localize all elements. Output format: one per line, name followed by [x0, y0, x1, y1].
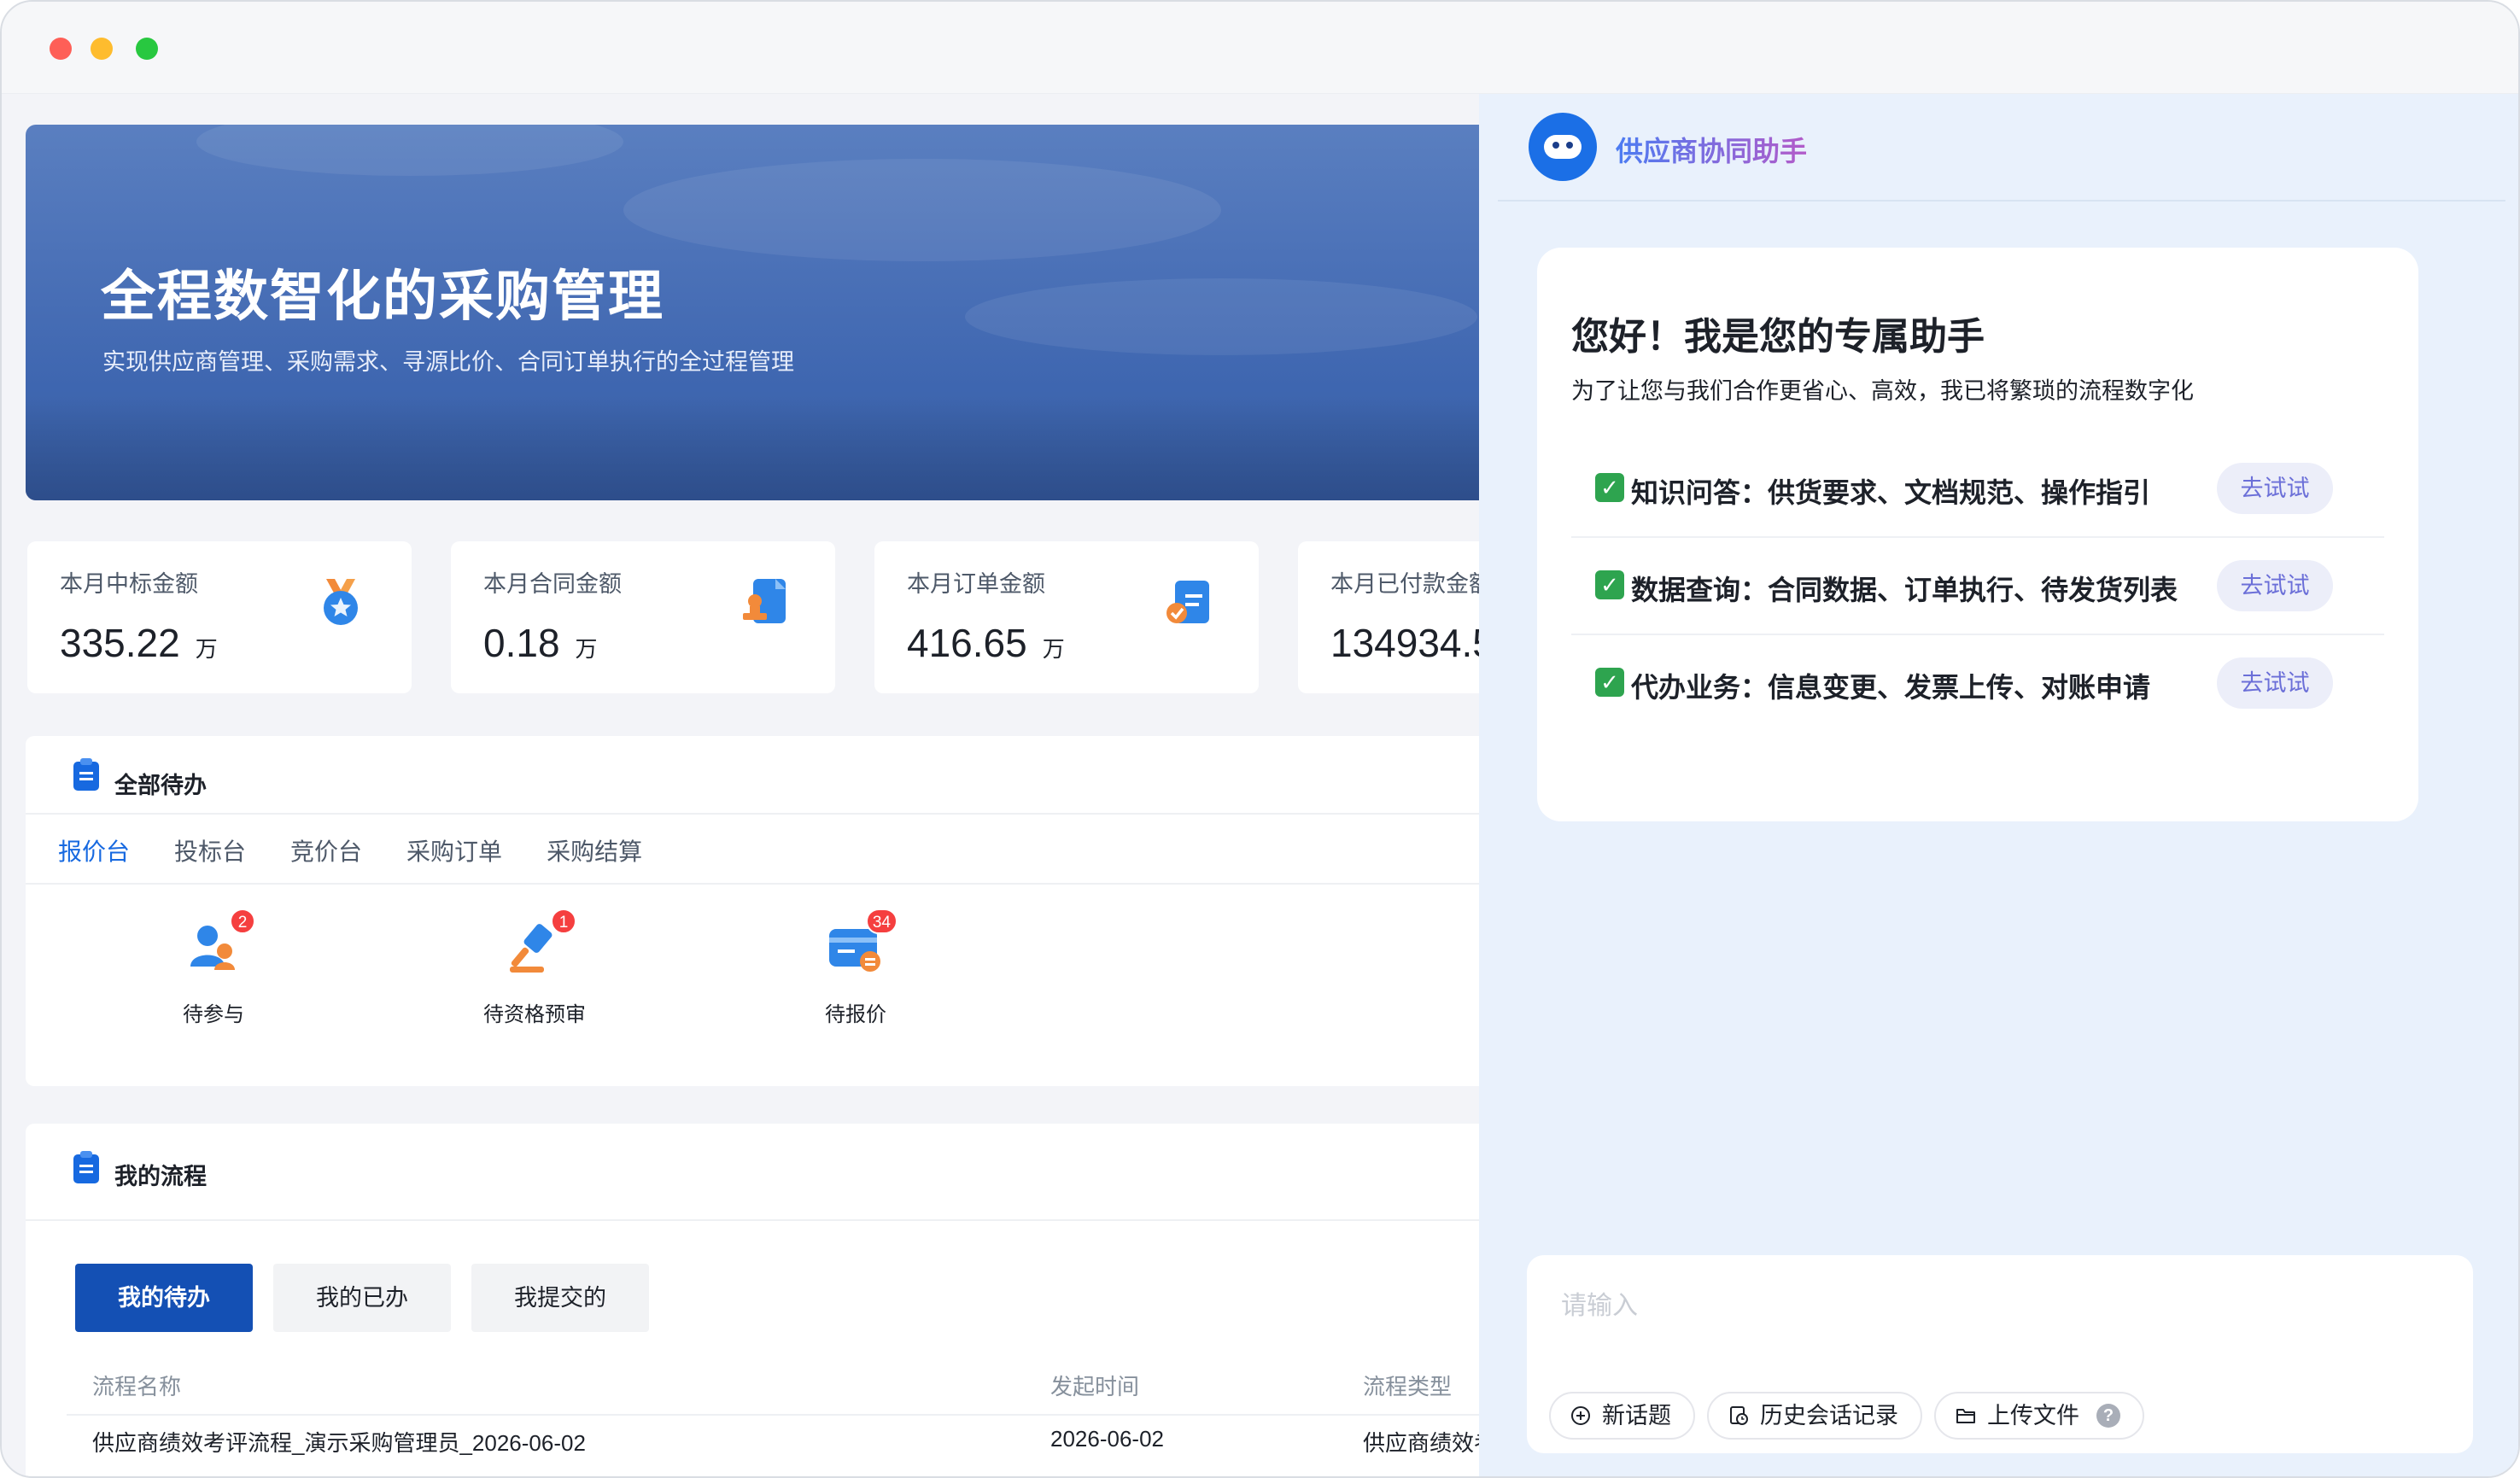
my-submitted-button[interactable]: 我提交的 — [471, 1264, 649, 1332]
stat-unit: 万 — [575, 636, 598, 662]
new-topic-button[interactable]: 新话题 — [1549, 1392, 1695, 1440]
folder-icon — [1956, 1409, 1975, 1423]
hero-subtitle: 实现供应商管理、采购需求、寻源比价、合同订单执行的全过程管理 — [102, 349, 794, 375]
medal-icon — [324, 579, 358, 625]
greeting-intro: 为了让您与我们合作更省心、高效，我已将繁琐的流程数字化 — [1571, 378, 2194, 404]
help-icon[interactable]: ? — [2096, 1404, 2120, 1428]
close-window-button[interactable] — [50, 38, 72, 60]
column-header: 发起时间 — [1050, 1374, 1140, 1399]
process-filter-buttons: 我的待办 我的已办 我提交的 — [75, 1264, 649, 1332]
stat-label: 本月已付款金额 — [1330, 571, 1479, 597]
todo-item-prequalification[interactable]: 1 待资格预审 — [432, 908, 637, 1027]
my-done-button[interactable]: 我的已办 — [273, 1264, 451, 1332]
card-title: 全部待办 — [114, 773, 207, 798]
tab-quote-desk[interactable]: 报价台 — [58, 833, 130, 868]
todo-label: 待资格预审 — [483, 1003, 586, 1026]
feature-item-agent-business: ✓ 代办业务：信息变更、发票上传、对账申请 去试试 — [1571, 635, 2384, 733]
stat-value: 134934.5 — [1330, 621, 1479, 665]
stat-value: 416.65 — [907, 621, 1027, 665]
todo-item-quote[interactable]: 34 待报价 — [753, 908, 958, 1027]
app-window: 全程数智化的采购管理 实现供应商管理、采购需求、寻源比价、合同订单执行的全过程管… — [0, 0, 2520, 1478]
all-todo-card: 全部待办 报价台 投标台 竞价台 采购订单 采购结算 2 待参与 1 待资格预审… — [26, 736, 1479, 1086]
stat-unit: 万 — [1042, 636, 1065, 662]
todo-tabs: 报价台 投标台 竞价台 采购订单 采购结算 — [58, 833, 642, 868]
process-name-cell[interactable]: 供应商绩效考评流程_演示采购管理员_2026-06-02 — [92, 1426, 586, 1458]
stat-value: 335.22 — [60, 621, 180, 665]
greeting-title: 您好！我是您的专属助手 — [1571, 316, 1985, 358]
feature-item-data-query: ✓ 数据查询：合同数据、订单执行、待发货列表 去试试 — [1571, 538, 2384, 635]
chat-input-placeholder[interactable]: 请输入 — [1561, 1284, 1638, 1322]
order-document-icon — [1166, 581, 1209, 623]
table-header: 流程名称 发起时间 流程类型 — [67, 1347, 1479, 1416]
try-button[interactable]: 去试试 — [2217, 560, 2333, 611]
todo-label: 待参与 — [183, 1003, 244, 1026]
feature-item-knowledge: ✓ 知识问答：供货要求、文档规范、操作指引 去试试 — [1571, 441, 2384, 538]
history-icon — [1730, 1406, 1748, 1425]
start-time-cell: 2026-06-02 — [1050, 1426, 1164, 1452]
history-button[interactable]: 历史会话记录 — [1707, 1392, 1922, 1440]
feature-text: 代办业务：信息变更、发票上传、对账申请 — [1631, 672, 2151, 703]
stat-value: 0.18 — [483, 621, 560, 665]
feature-text: 知识问答：供货要求、文档规范、操作指引 — [1631, 477, 2151, 508]
minimize-window-button[interactable] — [91, 38, 113, 60]
title-bar — [2, 2, 2518, 94]
stat-label: 本月订单金额 — [907, 571, 1045, 597]
todo-item-participate[interactable]: 2 待参与 — [111, 908, 316, 1027]
check-icon: ✓ — [1595, 570, 1624, 599]
stat-unit: 万 — [195, 636, 218, 662]
tab-purchase-settlement[interactable]: 采购结算 — [547, 833, 642, 868]
check-icon: ✓ — [1595, 668, 1624, 697]
count-badge: 34 — [865, 908, 897, 934]
tab-bid-desk[interactable]: 投标台 — [174, 833, 246, 868]
clipboard-icon — [73, 1151, 99, 1183]
assistant-panel: 供应商协同助手 您好！我是您的专属助手 为了让您与我们合作更省心、高效，我已将繁… — [1479, 94, 2518, 1476]
chip-label: 上传文件 — [1987, 1403, 2079, 1428]
chat-input-box[interactable]: 请输入 新话题 历史会话记录 上传文件 ? — [1527, 1255, 2473, 1453]
hero-title: 全程数智化的采购管理 — [101, 266, 664, 327]
robot-avatar-icon — [1529, 113, 1597, 181]
contract-stamp-icon — [743, 579, 786, 623]
clipboard-icon — [73, 758, 99, 791]
column-header: 流程名称 — [92, 1374, 182, 1399]
dashboard: 全程数智化的采购管理 实现供应商管理、采购需求、寻源比价、合同订单执行的全过程管… — [2, 94, 1479, 1476]
plus-circle-icon — [1571, 1406, 1590, 1425]
hero-banner: 全程数智化的采购管理 实现供应商管理、采购需求、寻源比价、合同订单执行的全过程管… — [26, 125, 1479, 500]
card-title: 我的流程 — [114, 1164, 207, 1189]
assistant-name: 供应商协同助手 — [1616, 130, 1807, 169]
try-button[interactable]: 去试试 — [2217, 657, 2333, 709]
count-badge: 1 — [551, 908, 576, 934]
chat-actions: 新话题 历史会话记录 上传文件 ? — [1549, 1392, 2144, 1440]
upload-file-button[interactable]: 上传文件 ? — [1934, 1392, 2144, 1440]
try-button[interactable]: 去试试 — [2217, 463, 2333, 514]
column-header: 流程类型 — [1363, 1374, 1453, 1399]
feature-text: 数据查询：合同数据、订单执行、待发货列表 — [1631, 575, 2178, 605]
welcome-card: 您好！我是您的专属助手 为了让您与我们合作更省心、高效，我已将繁琐的流程数字化 … — [1537, 248, 2418, 821]
count-badge: 2 — [230, 908, 255, 934]
maximize-window-button[interactable] — [136, 38, 158, 60]
stat-label: 本月合同金额 — [483, 571, 622, 597]
chip-label: 历史会话记录 — [1760, 1403, 1898, 1428]
tab-purchase-order[interactable]: 采购订单 — [406, 833, 502, 868]
stat-card-bid-amount: 本月中标金额 335.22 万 — [27, 541, 412, 693]
stat-card-paid-amount: 本月已付款金额 134934.5 — [1298, 541, 1479, 693]
process-type-cell: 供应商绩效考 — [1363, 1430, 1479, 1456]
stat-card-order-amount: 本月订单金额 416.65 万 — [874, 541, 1259, 693]
chip-label: 新话题 — [1602, 1403, 1671, 1428]
todo-label: 待报价 — [825, 1003, 886, 1026]
my-process-card: 我的流程 我的待办 我的已办 我提交的 流程名称 发起时间 流程类型 供应商绩效… — [26, 1124, 1479, 1476]
tab-auction-desk[interactable]: 竞价台 — [290, 833, 362, 868]
stat-card-contract-amount: 本月合同金额 0.18 万 — [451, 541, 835, 693]
check-icon: ✓ — [1595, 473, 1624, 502]
my-todo-button[interactable]: 我的待办 — [75, 1264, 253, 1332]
stat-label: 本月中标金额 — [60, 571, 198, 597]
